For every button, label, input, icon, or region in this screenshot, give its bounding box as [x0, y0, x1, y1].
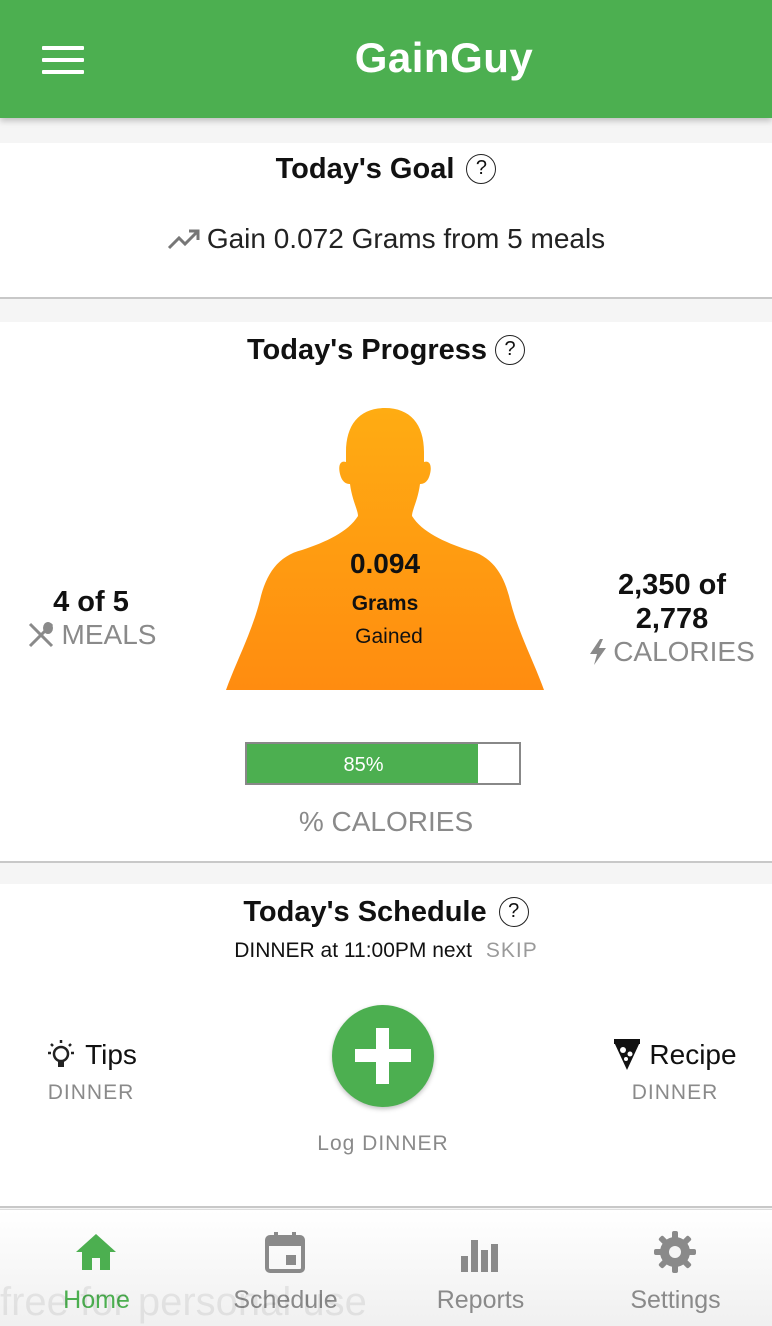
- progress-title-row: Today's Progress?: [0, 334, 772, 367]
- gained-label: Gained: [355, 625, 423, 648]
- meals-value: 4 of 5: [53, 586, 129, 618]
- pizza-icon: [614, 1039, 641, 1070]
- goal-title: Today's Goal: [275, 153, 455, 185]
- tips-button[interactable]: Tips DINNER: [20, 1039, 162, 1105]
- calories-label: CALORIES: [613, 636, 755, 667]
- utensils-icon: [28, 622, 53, 648]
- meals-stat: 4 of 5 MEALS: [16, 586, 166, 651]
- trending-up-icon: [167, 229, 200, 250]
- app-bar: GainGuy: [0, 0, 772, 118]
- nav-schedule[interactable]: Schedule: [189, 1210, 382, 1326]
- tips-sub: DINNER: [47, 1081, 135, 1104]
- app-title: GainGuy: [354, 34, 534, 81]
- meals-label: MEALS: [61, 619, 157, 650]
- calories-stat: 2,350 of 2,778 CALORIES: [582, 568, 762, 668]
- gained-value: 0.094: [349, 548, 421, 579]
- nav-reports-label: Reports: [436, 1286, 525, 1314]
- progress-card: Today's Progress? 4 of 5 MEALS 0.094 Gra…: [0, 322, 772, 863]
- nav-reports[interactable]: Reports: [384, 1210, 577, 1326]
- nav-home[interactable]: Home: [0, 1210, 193, 1326]
- nav-settings-label: Settings: [630, 1286, 721, 1314]
- gear-icon: [654, 1231, 696, 1273]
- skip-button[interactable]: SKIP: [486, 939, 538, 962]
- recipe-label: Recipe: [649, 1039, 737, 1070]
- next-meal-text: DINNER at 11:00PM next: [234, 939, 472, 962]
- progress-title: Today's Progress: [246, 334, 488, 366]
- gained-unit: Grams: [351, 592, 419, 615]
- nav-settings[interactable]: Settings: [579, 1210, 772, 1326]
- goal-text: Gain 0.072 Grams from 5 meals: [206, 223, 606, 254]
- bottom-nav: Home Schedule Reports Settings: [0, 1209, 772, 1326]
- goal-title-row: Today's Goal?: [0, 153, 772, 186]
- bar-chart-icon: [461, 1240, 498, 1272]
- lightbulb-icon: [48, 1040, 75, 1067]
- calories-progress-bar: 85%: [245, 742, 521, 785]
- schedule-help-icon[interactable]: ?: [498, 896, 529, 927]
- goal-help-icon[interactable]: ?: [466, 153, 497, 184]
- goal-card: Today's Goal? Gain 0.072 Grams from 5 me…: [0, 143, 772, 299]
- schedule-card: Today's Schedule? DINNER at 11:00PM next…: [0, 884, 772, 1208]
- nav-home-label: Home: [63, 1286, 130, 1314]
- tips-label: Tips: [85, 1039, 137, 1070]
- calories-progress-caption: % CALORIES: [298, 806, 474, 837]
- next-meal-line: DINNER at 11:00PM next SKIP: [0, 939, 772, 963]
- progress-help-icon[interactable]: ?: [495, 334, 526, 365]
- goal-line: Gain 0.072 Grams from 5 meals: [0, 223, 772, 255]
- schedule-title-row: Today's Schedule?: [0, 896, 772, 929]
- recipe-sub: DINNER: [631, 1081, 719, 1104]
- log-meal-label[interactable]: Log DINNER: [232, 1132, 534, 1156]
- calories-value-line2: 2,778: [635, 603, 709, 635]
- recipe-button[interactable]: Recipe DINNER: [598, 1039, 752, 1105]
- home-icon: [76, 1234, 116, 1270]
- calories-value-line1: 2,350 of: [618, 569, 726, 601]
- nav-schedule-label: Schedule: [233, 1286, 338, 1314]
- schedule-title: Today's Schedule: [243, 896, 487, 928]
- add-meal-button[interactable]: [332, 1005, 434, 1107]
- calories-progress-text: 85%: [343, 754, 384, 776]
- calendar-icon: [265, 1232, 305, 1273]
- lightning-icon: [590, 639, 607, 665]
